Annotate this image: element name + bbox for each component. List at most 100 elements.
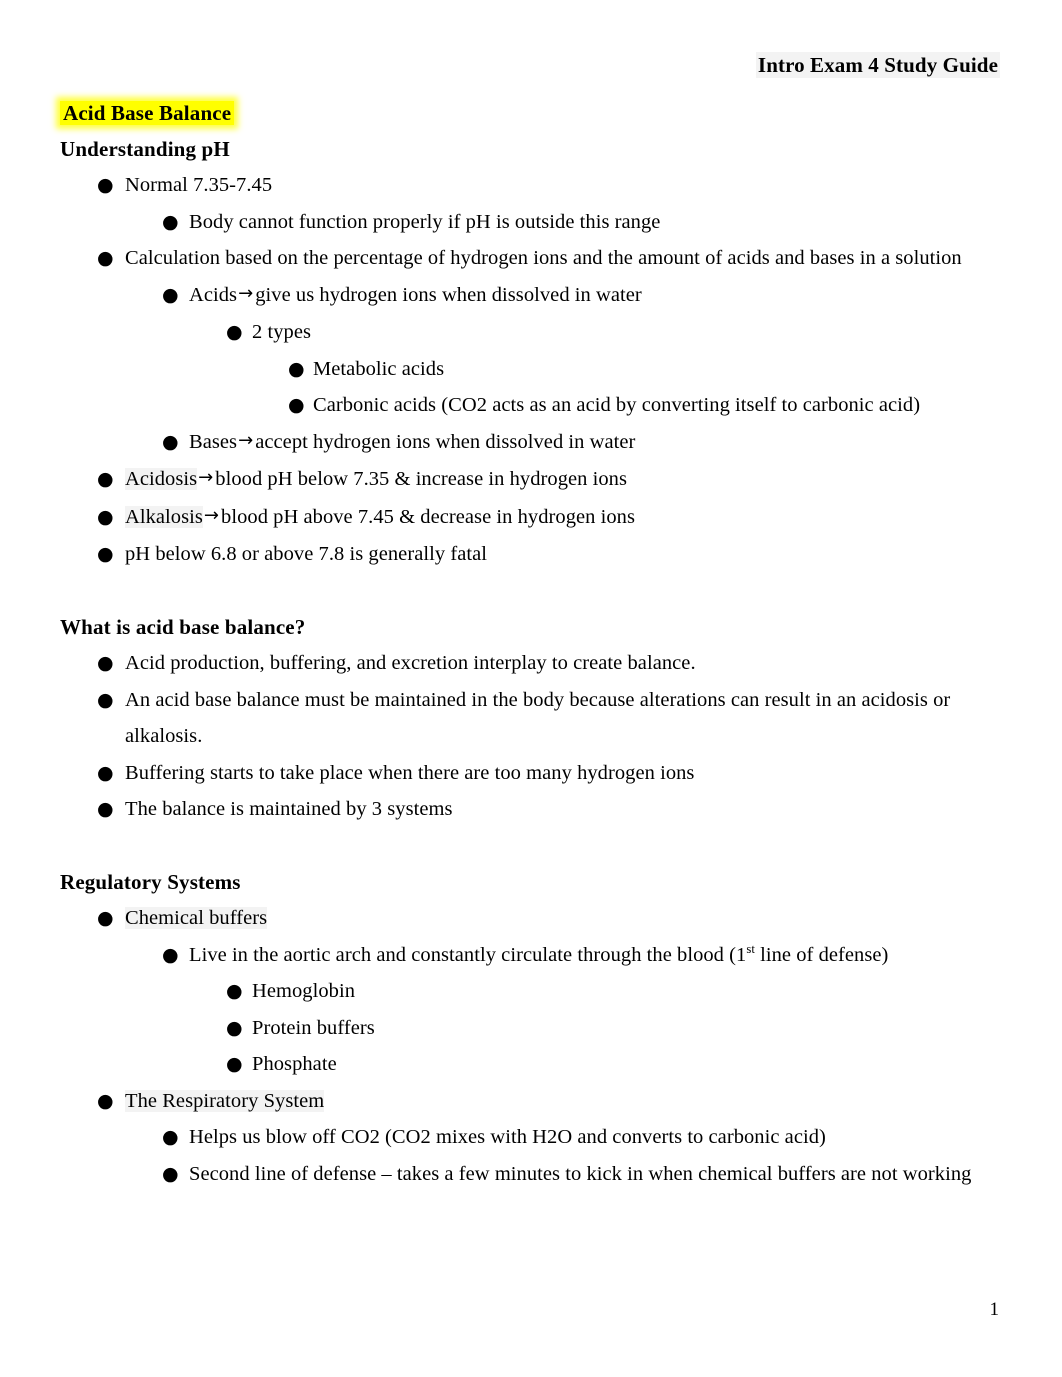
list-item-text: Chemical buffers	[125, 900, 1005, 937]
bullet-list-level-2: ● Live in the aortic arch and constantly…	[125, 937, 1005, 1083]
section-heading-text: Regulatory Systems	[60, 870, 241, 894]
list-item-text: Helps us blow off CO2 (CO2 mixes with H2…	[189, 1126, 826, 1148]
list-item: ● Buffering starts to take place when th…	[60, 755, 1005, 792]
bullet-icon: ●	[97, 798, 114, 820]
bullet-icon: ●	[97, 761, 114, 784]
list-item-text: Alkalosis→blood pH above 7.45 & decrease…	[125, 499, 1005, 537]
text-after-superscript: line of defense)	[754, 943, 889, 966]
list-item: ● Phosphate	[189, 1046, 1005, 1083]
bullet-list-level-3: ● 2 types ● Metabolic acids ● Carbonic a…	[189, 314, 1005, 424]
bullet-icon: ●	[162, 943, 179, 966]
bullet-icon: ●	[97, 505, 114, 528]
section-heading-regulatory-systems: Regulatory Systems	[60, 864, 1005, 900]
section-heading-what-is-acid-base-balance: What is acid base balance?	[60, 609, 1005, 645]
document-body: Acid Base Balance Understanding pH ● Nor…	[60, 95, 1005, 1192]
list-item: ● Calculation based on the percentage of…	[60, 240, 1005, 461]
list-item-text: Live in the aortic arch and constantly c…	[189, 937, 1005, 974]
list-item-text: An acid base balance must be maintained …	[125, 688, 951, 748]
bullet-icon: ●	[97, 688, 114, 711]
bullet-icon: ●	[97, 1089, 114, 1112]
page-title-highlight: Acid Base Balance	[60, 101, 235, 125]
list-item: ● Acidosis→blood pH below 7.35 & increas…	[60, 461, 1005, 499]
list-item: ● Chemical buffers ● Live in the aortic …	[60, 900, 1005, 1083]
bullet-list-level-1: ● Chemical buffers ● Live in the aortic …	[60, 900, 1005, 1192]
list-item-text: pH below 6.8 or above 7.8 is generally f…	[125, 543, 487, 565]
list-item: ● Acid production, buffering, and excret…	[60, 645, 1005, 682]
list-item-text: Metabolic acids	[313, 357, 445, 380]
bullet-icon: ●	[97, 174, 114, 196]
list-item: ● Normal 7.35-7.45 ● Body cannot functio…	[60, 167, 1005, 240]
list-item-text: 2 types	[252, 321, 311, 343]
term-bases: Bases	[189, 430, 238, 453]
document-header: Intro Exam 4 Study Guide	[755, 52, 1000, 78]
right-arrow-icon: →	[238, 282, 254, 304]
bullet-icon: ●	[226, 1053, 243, 1075]
bullet-list-level-4: ● Metabolic acids ● Carbonic acids (CO2 …	[252, 351, 1005, 424]
bullet-icon: ●	[97, 468, 114, 490]
bullet-list-level-3: ● Hemoglobin ● Protein buffers ● Phospha…	[189, 973, 1005, 1083]
list-item: ● Helps us blow off CO2 (CO2 mixes with …	[125, 1119, 1005, 1156]
bullet-icon: ●	[97, 247, 114, 269]
bullet-icon: ●	[288, 357, 305, 380]
list-item-text: The balance is maintained by 3 systems	[125, 798, 453, 820]
list-item-text: Acidosis→blood pH below 7.35 & increase …	[125, 461, 1005, 499]
bullet-list-level-2: ● Body cannot function properly if pH is…	[125, 204, 1005, 241]
bullet-list-level-2: ● Acids→give us hydrogen ions when disso…	[125, 277, 1005, 462]
bullet-list-level-1: ● Acid production, buffering, and excret…	[60, 645, 1005, 828]
term-respiratory-system: The Respiratory System	[125, 1089, 325, 1112]
definition-acids: give us hydrogen ions when dissolved in …	[255, 283, 642, 306]
list-item-text: Normal 7.35-7.45	[125, 174, 273, 196]
bullet-icon: ●	[162, 1126, 179, 1148]
list-item-text: Bases→accept hydrogen ions when dissolve…	[189, 424, 1005, 462]
right-arrow-icon: →	[203, 504, 220, 526]
list-item: ● The balance is maintained by 3 systems	[60, 791, 1005, 828]
definition-alkalosis: blood pH above 7.45 & decrease in hydrog…	[221, 505, 636, 528]
list-item-text: Acids→give us hydrogen ions when dissolv…	[189, 277, 1005, 315]
term-chemical-buffers: Chemical buffers	[125, 907, 268, 929]
list-item-text: Protein buffers	[252, 1016, 375, 1039]
list-item: ● Carbonic acids (CO2 acts as an acid by…	[252, 387, 1005, 424]
list-item: ● The Respiratory System ● Helps us blow…	[60, 1083, 1005, 1193]
list-item: ● Live in the aortic arch and constantly…	[125, 937, 1005, 1083]
list-item: ● An acid base balance must be maintaine…	[60, 682, 1005, 755]
page-number: 1	[989, 1299, 1000, 1320]
list-item-text: Second line of defense – takes a few min…	[189, 1162, 972, 1185]
bullet-icon: ●	[162, 283, 179, 306]
term-acids: Acids	[189, 283, 238, 306]
list-item: ● Protein buffers	[189, 1010, 1005, 1047]
list-item: ● Body cannot function properly if pH is…	[125, 204, 1005, 241]
bullet-icon: ●	[162, 430, 179, 453]
list-item: ● Alkalosis→blood pH above 7.45 & decrea…	[60, 499, 1005, 537]
list-item-text: Carbonic acids (CO2 acts as an acid by c…	[313, 394, 921, 416]
list-item: ● Hemoglobin	[189, 973, 1005, 1010]
bullet-icon: ●	[162, 210, 179, 233]
document-page: Intro Exam 4 Study Guide Acid Base Balan…	[0, 0, 1062, 1377]
section-heading-text: What is acid base balance?	[60, 615, 306, 639]
term-alkalosis: Alkalosis	[125, 505, 203, 528]
right-arrow-icon: →	[198, 467, 214, 488]
list-item: ● Second line of defense – takes a few m…	[125, 1156, 1005, 1193]
list-item-text: Body cannot function properly if pH is o…	[189, 210, 661, 233]
list-item-text: Acid production, buffering, and excretio…	[125, 652, 696, 674]
list-item: ● 2 types ● Metabolic acids ● Carbonic a…	[189, 314, 1005, 424]
bullet-icon: ●	[97, 543, 114, 565]
list-item-text: Buffering starts to take place when ther…	[125, 761, 695, 784]
bullet-icon: ●	[226, 980, 243, 1002]
bullet-icon: ●	[288, 394, 305, 416]
bullet-icon: ●	[97, 652, 114, 674]
list-item: ● Metabolic acids	[252, 351, 1005, 388]
section-heading-text: Understanding pH	[60, 137, 230, 161]
definition-bases: accept hydrogen ions when dissolved in w…	[255, 430, 636, 453]
list-item: ● Bases→accept hydrogen ions when dissol…	[125, 424, 1005, 462]
bullet-list-level-2: ● Helps us blow off CO2 (CO2 mixes with …	[125, 1119, 1005, 1192]
bullet-icon: ●	[226, 321, 243, 343]
list-item-text: The Respiratory System	[125, 1083, 1005, 1120]
text-before-superscript: Live in the aortic arch and constantly c…	[189, 943, 747, 966]
section-heading-understanding-ph: Understanding pH	[60, 131, 1005, 167]
list-item: ● pH below 6.8 or above 7.8 is generally…	[60, 536, 1005, 573]
bullet-icon: ●	[162, 1162, 179, 1185]
term-acidosis: Acidosis	[125, 468, 198, 490]
list-item-text: Phosphate	[252, 1053, 337, 1075]
